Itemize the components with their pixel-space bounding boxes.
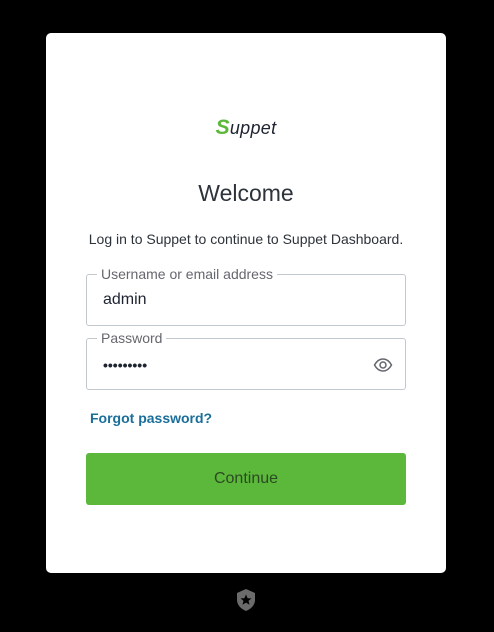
logo-initial: S [215,116,230,139]
forgot-password-link[interactable]: Forgot password? [90,410,212,426]
eye-icon[interactable] [373,355,393,375]
suppet-logo: Suppet [46,116,446,140]
page-subtitle: Log in to Suppet to continue to Suppet D… [88,231,404,247]
logo-text: uppet [229,118,277,138]
username-field[interactable]: Username or email address admin [86,265,406,326]
login-card: Suppet Welcome Log in to Suppet to conti… [46,33,446,573]
login-page: Suppet Welcome Log in to Suppet to conti… [0,0,494,632]
continue-button[interactable]: Continue [86,453,406,505]
password-label: Password [97,329,167,347]
password-value[interactable]: ••••••••• [103,355,147,375]
username-label: Username or email address [97,265,277,283]
password-field[interactable]: Password ••••••••• [86,329,406,390]
username-value[interactable]: admin [103,290,147,310]
shield-star-icon [235,588,257,612]
page-title: Welcome [198,180,294,206]
